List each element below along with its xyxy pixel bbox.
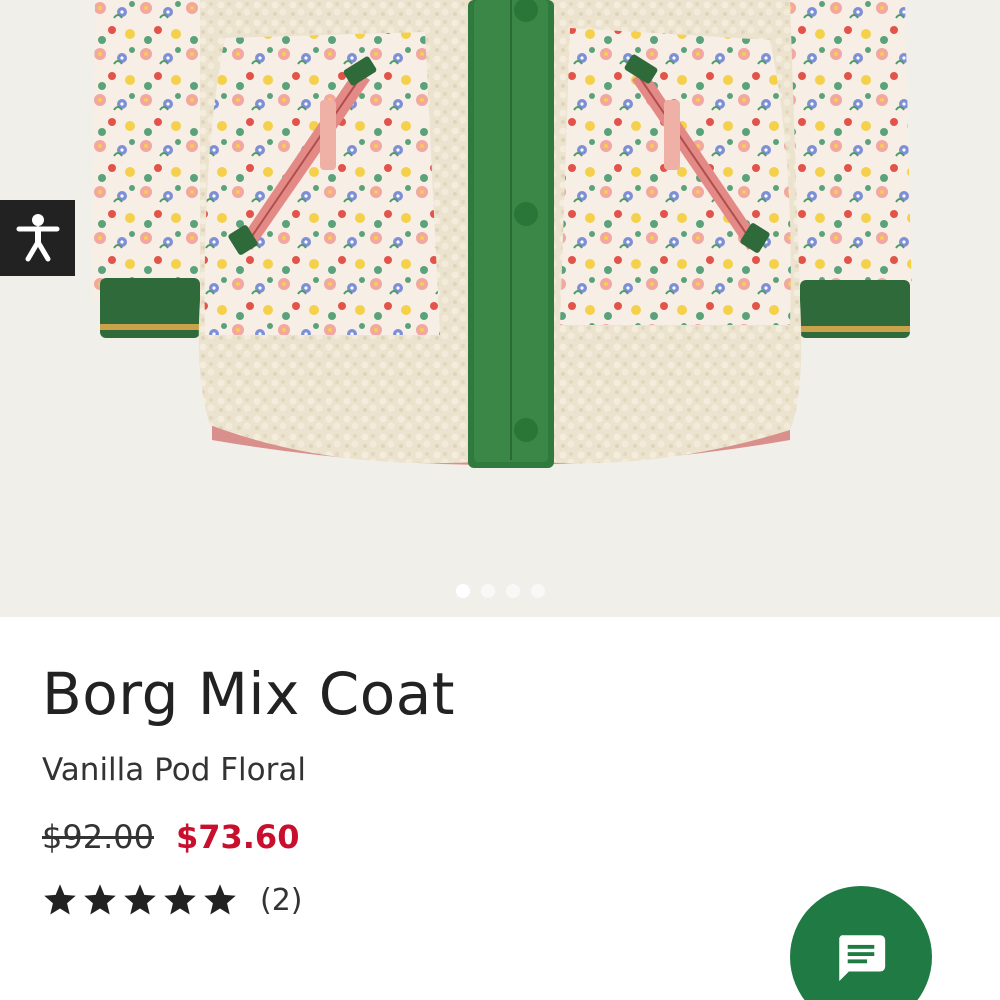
sale-price: $73.60 bbox=[175, 818, 300, 856]
product-title: Borg Mix Coat bbox=[42, 660, 456, 728]
product-variant: Vanilla Pod Floral bbox=[42, 752, 306, 788]
gallery-dot-1[interactable] bbox=[455, 584, 470, 598]
review-count: (2) bbox=[260, 882, 303, 918]
star-icon bbox=[124, 884, 156, 915]
chat-button[interactable] bbox=[790, 886, 932, 1000]
rating-summary[interactable]: (2) bbox=[42, 882, 303, 918]
product-image bbox=[92, 0, 912, 468]
gallery-dot-4[interactable] bbox=[530, 584, 545, 598]
star-icon bbox=[84, 884, 116, 915]
product-image-gallery[interactable] bbox=[0, 0, 1000, 617]
original-price: $92.00 bbox=[42, 818, 154, 856]
star-icon bbox=[204, 884, 236, 915]
star-rating bbox=[42, 882, 238, 918]
star-icon bbox=[164, 884, 196, 915]
star-icon bbox=[44, 884, 76, 915]
accessibility-icon bbox=[16, 214, 59, 262]
gallery-dot-3[interactable] bbox=[505, 584, 520, 598]
price-row: $92.00 $73.60 bbox=[42, 818, 299, 856]
accessibility-button[interactable] bbox=[0, 200, 75, 276]
gallery-dot-2[interactable] bbox=[480, 584, 495, 598]
gallery-pagination bbox=[0, 584, 1000, 598]
chat-icon bbox=[839, 935, 886, 982]
